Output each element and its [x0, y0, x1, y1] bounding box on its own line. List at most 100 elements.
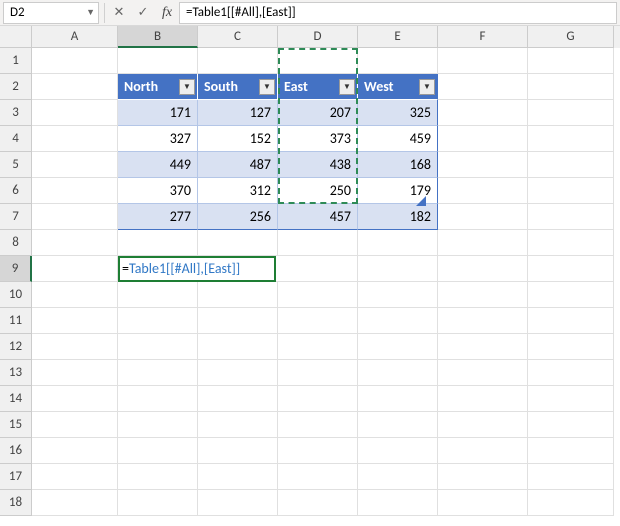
row-header-15[interactable]: 15 — [0, 412, 32, 438]
row-header-3[interactable]: 3 — [0, 100, 32, 126]
cell-C15[interactable] — [198, 412, 278, 438]
row-header-9[interactable]: 9 — [0, 256, 32, 282]
cell-C11[interactable] — [198, 308, 278, 334]
cell-C10[interactable] — [198, 282, 278, 308]
cell-G17[interactable] — [528, 464, 614, 490]
cell-E13[interactable] — [358, 360, 438, 386]
cell-D16[interactable] — [278, 438, 358, 464]
row-header-16[interactable]: 16 — [0, 438, 32, 464]
table-header-east[interactable]: East ▼ — [278, 74, 358, 100]
cell-C14[interactable] — [198, 386, 278, 412]
cell-D8[interactable] — [278, 230, 358, 256]
cell-A7[interactable] — [32, 204, 118, 230]
cell-D14[interactable] — [278, 386, 358, 412]
cell-C16[interactable] — [198, 438, 278, 464]
cell-C4[interactable]: 152 — [198, 126, 278, 152]
cell-E9[interactable] — [358, 256, 438, 282]
cell-A9[interactable] — [32, 256, 118, 282]
cell-B18[interactable] — [118, 490, 198, 516]
row-header-2[interactable]: 2 — [0, 74, 32, 100]
cell-A8[interactable] — [32, 230, 118, 256]
table-header-north[interactable]: North ▼ — [118, 74, 198, 100]
cell-F15[interactable] — [438, 412, 528, 438]
cell-G2[interactable] — [528, 74, 614, 100]
cell-E5[interactable]: 168 — [358, 152, 438, 178]
cell-G13[interactable] — [528, 360, 614, 386]
cell-C5[interactable]: 487 — [198, 152, 278, 178]
fx-icon[interactable]: fx — [155, 2, 179, 24]
row-header-11[interactable]: 11 — [0, 308, 32, 334]
cell-C8[interactable] — [198, 230, 278, 256]
cell-F13[interactable] — [438, 360, 528, 386]
row-header-13[interactable]: 13 — [0, 360, 32, 386]
row-header-12[interactable]: 12 — [0, 334, 32, 360]
cell-D9[interactable] — [278, 256, 358, 282]
cell-G14[interactable] — [528, 386, 614, 412]
cell-G7[interactable] — [528, 204, 614, 230]
cell-D4[interactable]: 373 — [278, 126, 358, 152]
cell-B13[interactable] — [118, 360, 198, 386]
cell-G16[interactable] — [528, 438, 614, 464]
cell-G9[interactable] — [528, 256, 614, 282]
chevron-down-icon[interactable]: ▼ — [86, 7, 95, 18]
cell-B3[interactable]: 171 — [118, 100, 198, 126]
formula-input[interactable]: =Table1[[#All],[East]] — [179, 2, 617, 24]
cell-G4[interactable] — [528, 126, 614, 152]
row-header-14[interactable]: 14 — [0, 386, 32, 412]
cell-D13[interactable] — [278, 360, 358, 386]
select-all-corner[interactable] — [0, 26, 32, 48]
cell-F1[interactable] — [438, 48, 528, 74]
cell-A3[interactable] — [32, 100, 118, 126]
cell-F9[interactable] — [438, 256, 528, 282]
cell-E4[interactable]: 459 — [358, 126, 438, 152]
cell-D15[interactable] — [278, 412, 358, 438]
cell-A10[interactable] — [32, 282, 118, 308]
cell-D18[interactable] — [278, 490, 358, 516]
table-header-south[interactable]: South ▼ — [198, 74, 278, 100]
cell-D5[interactable]: 438 — [278, 152, 358, 178]
cell-A17[interactable] — [32, 464, 118, 490]
cell-B12[interactable] — [118, 334, 198, 360]
col-header-B[interactable]: B — [118, 26, 198, 48]
cell-B8[interactable] — [118, 230, 198, 256]
filter-dropdown-icon[interactable]: ▼ — [339, 79, 355, 95]
cell-D17[interactable] — [278, 464, 358, 490]
cell-E8[interactable] — [358, 230, 438, 256]
cell-D7[interactable]: 457 — [278, 204, 358, 230]
cell-C13[interactable] — [198, 360, 278, 386]
cell-C3[interactable]: 127 — [198, 100, 278, 126]
cell-C1[interactable] — [198, 48, 278, 74]
cell-E12[interactable] — [358, 334, 438, 360]
cell-C12[interactable] — [198, 334, 278, 360]
cell-E6[interactable]: 179 — [358, 178, 438, 204]
cell-A2[interactable] — [32, 74, 118, 100]
row-header-5[interactable]: 5 — [0, 152, 32, 178]
cell-B5[interactable]: 449 — [118, 152, 198, 178]
cell-D10[interactable] — [278, 282, 358, 308]
cell-E18[interactable] — [358, 490, 438, 516]
cell-F16[interactable] — [438, 438, 528, 464]
cell-B4[interactable]: 327 — [118, 126, 198, 152]
cell-E17[interactable] — [358, 464, 438, 490]
col-header-A[interactable]: A — [32, 26, 118, 48]
table-header-west[interactable]: West ▼ — [358, 74, 438, 100]
cell-G5[interactable] — [528, 152, 614, 178]
cell-C6[interactable]: 312 — [198, 178, 278, 204]
cell-B7[interactable]: 277 — [118, 204, 198, 230]
cell-F5[interactable] — [438, 152, 528, 178]
cell-A4[interactable] — [32, 126, 118, 152]
cell-B16[interactable] — [118, 438, 198, 464]
cell-F10[interactable] — [438, 282, 528, 308]
table-resize-handle-icon[interactable] — [418, 198, 426, 206]
col-header-E[interactable]: E — [358, 26, 438, 48]
cell-F11[interactable] — [438, 308, 528, 334]
row-header-6[interactable]: 6 — [0, 178, 32, 204]
cell-B10[interactable] — [118, 282, 198, 308]
cell-D12[interactable] — [278, 334, 358, 360]
col-header-G[interactable]: G — [528, 26, 614, 48]
cell-A11[interactable] — [32, 308, 118, 334]
cell-D11[interactable] — [278, 308, 358, 334]
cell-E3[interactable]: 325 — [358, 100, 438, 126]
row-header-18[interactable]: 18 — [0, 490, 32, 516]
row-header-17[interactable]: 17 — [0, 464, 32, 490]
